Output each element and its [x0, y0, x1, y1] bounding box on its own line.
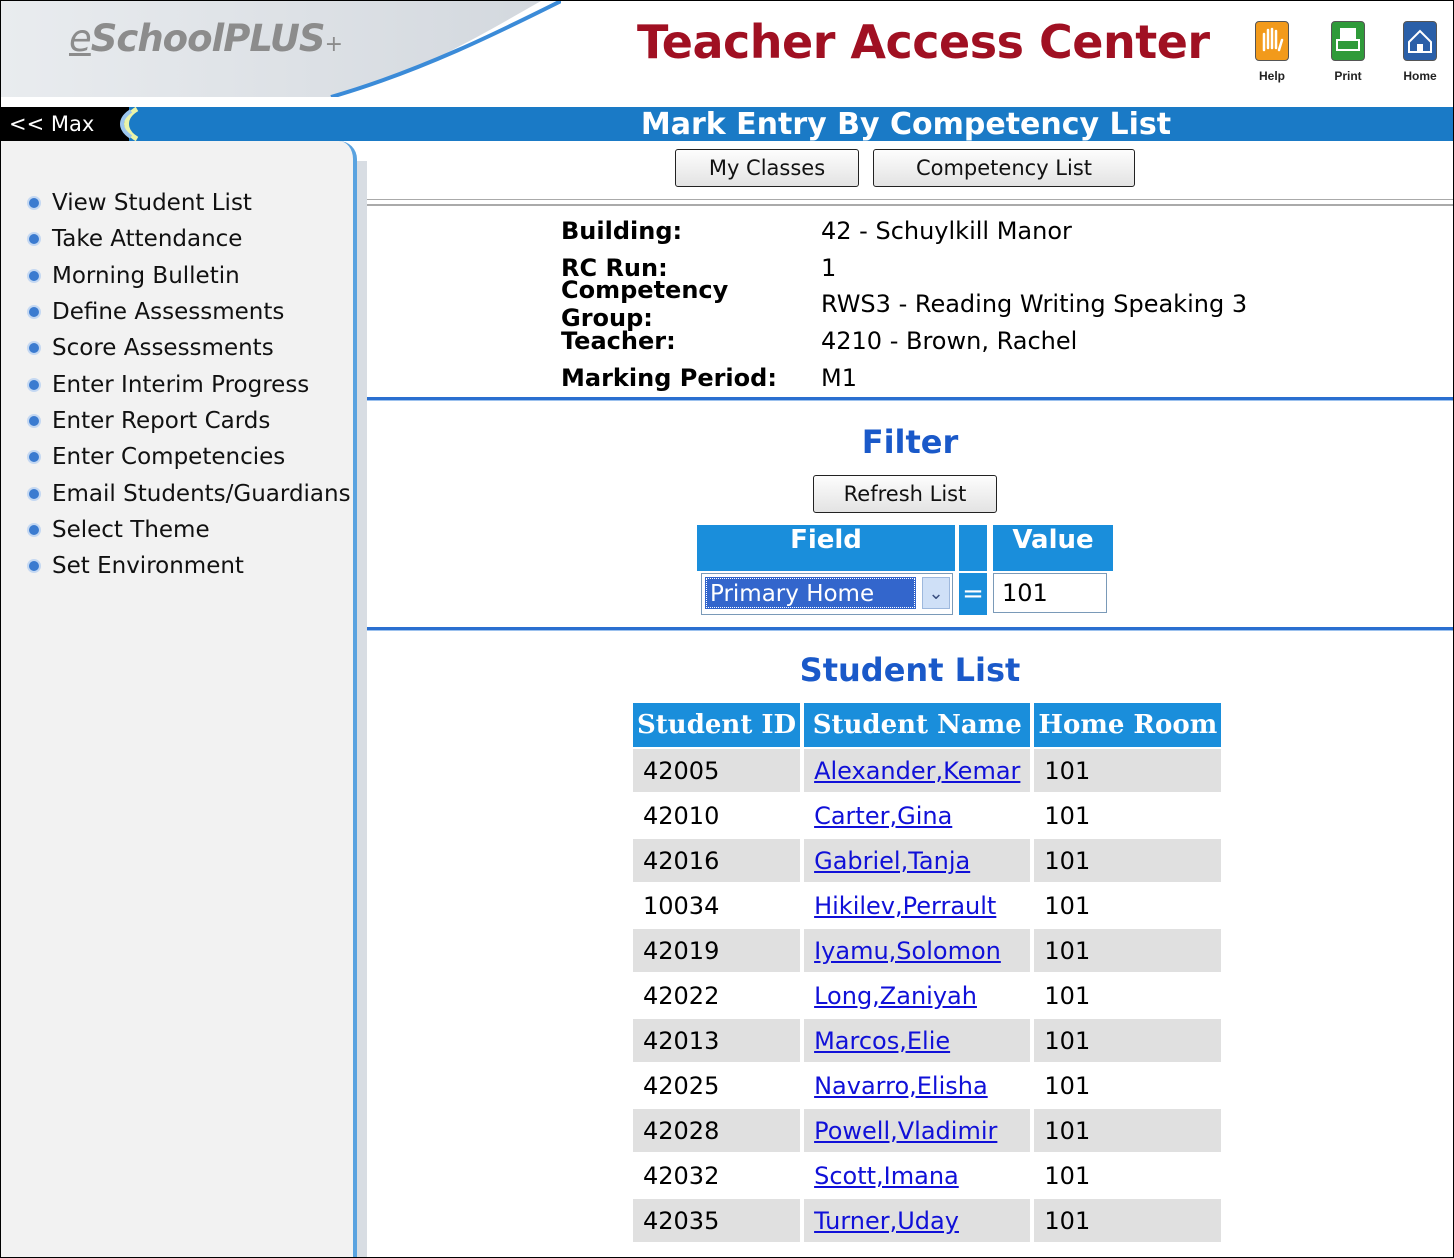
filter-title: Filter	[861, 423, 959, 461]
sidebar-nav: View Student List Take Attendance Mornin…	[27, 185, 351, 584]
table-row: 42022 Long,Zaniyah 101	[643, 981, 1091, 1010]
table-row: 42013 Marcos,Elie 101	[633, 1019, 1222, 1062]
help-button[interactable]: Help	[1250, 21, 1294, 83]
student-name-link[interactable]: Alexander,Kemar	[814, 757, 1020, 785]
max-toggle-curve-icon	[120, 107, 181, 141]
student-name-link[interactable]: Turner,Uday	[814, 1207, 959, 1235]
sidebar-item-email-students-guardians[interactable]: Email Students/Guardians	[27, 475, 351, 511]
sidebar-item-morning-bulletin[interactable]: Morning Bulletin	[27, 258, 351, 294]
column-header-home-room: Home Room	[1034, 703, 1222, 747]
table-row: 42032 Scott,Imana 101	[643, 1161, 1091, 1190]
print-button[interactable]: Print	[1326, 21, 1370, 83]
class-info: Building: 42 - Schuylkill Manor RC Run: 1 …	[561, 213, 1247, 396]
printer-icon	[1331, 21, 1365, 61]
sidebar-item-set-environment[interactable]: Set Environment	[27, 548, 351, 584]
bullet-icon	[27, 232, 41, 247]
divider	[367, 199, 1453, 206]
app-title: Teacher Access Center	[637, 15, 1210, 69]
bullet-icon	[27, 559, 41, 574]
bullet-icon	[27, 522, 41, 537]
student-name-link[interactable]: Gabriel,Tanja	[814, 847, 970, 875]
competency-list-button[interactable]: Competency List	[873, 149, 1135, 187]
eschoolplus-logo: eSchoolPLUS+	[69, 17, 343, 60]
student-table: Student ID Student Name Home Room 42005 A…	[629, 701, 1225, 1244]
home-button[interactable]: Home	[1398, 21, 1442, 83]
sidebar-item-take-attendance[interactable]: Take Attendance	[27, 221, 351, 257]
student-list-title: Student List	[799, 651, 1021, 689]
filter-field-select[interactable]: Primary Home ⌄	[701, 573, 953, 615]
info-row-competency-group: Competency Group: RWS3 - Reading Writing …	[561, 276, 1248, 333]
page-title: Mark Entry By Competency List	[640, 107, 1172, 142]
student-name-link[interactable]: Marcos,Elie	[814, 1027, 950, 1055]
bullet-icon	[27, 196, 41, 211]
student-name-link[interactable]: Iyamu,Solomon	[814, 937, 1001, 965]
sidebar-item-enter-interim-progress[interactable]: Enter Interim Progress	[27, 366, 351, 402]
bullet-icon	[27, 305, 41, 320]
bullet-icon	[27, 268, 41, 283]
filter-operator: =	[959, 573, 987, 615]
filter-operator-header	[959, 525, 987, 571]
student-name-link[interactable]: Navarro,Elisha	[814, 1072, 988, 1100]
my-classes-button[interactable]: My Classes	[675, 149, 859, 187]
info-row-teacher: Teacher: 4210 - Brown, Rachel	[561, 327, 1078, 356]
table-row: 42025 Navarro,Elisha 101	[643, 1071, 1091, 1100]
info-row-marking-period: Marking Period: M1	[561, 363, 857, 392]
student-name-link[interactable]: Powell,Vladimir	[814, 1117, 997, 1145]
bullet-icon	[27, 486, 41, 501]
filter-field-header: Field	[697, 525, 955, 571]
app-window: eSchoolPLUS+ Teacher Access Center Help …	[0, 0, 1454, 1258]
sidebar: View Student List Take Attendance Mornin…	[1, 141, 357, 1257]
bullet-icon	[27, 341, 41, 356]
column-header-student-name: Student Name	[804, 703, 1031, 747]
refresh-list-button[interactable]: Refresh List	[813, 475, 997, 513]
filter-value-header: Value	[993, 525, 1113, 571]
table-row: 42010 Carter,Gina 101	[643, 801, 1091, 830]
help-hand-icon	[1255, 21, 1289, 61]
student-name-link[interactable]: Long,Zaniyah	[814, 982, 977, 1010]
sidebar-item-view-student-list[interactable]: View Student List	[27, 185, 351, 221]
sidebar-item-enter-report-cards[interactable]: Enter Report Cards	[27, 403, 351, 439]
table-row: 42019 Iyamu,Solomon 101	[633, 929, 1222, 972]
sidebar-edge	[357, 161, 367, 1257]
sidebar-item-score-assessments[interactable]: Score Assessments	[27, 330, 351, 366]
student-name-link[interactable]: Carter,Gina	[814, 802, 952, 830]
sidebar-item-enter-competencies[interactable]: Enter Competencies	[27, 439, 351, 475]
divider	[367, 397, 1453, 401]
sidebar-item-select-theme[interactable]: Select Theme	[27, 512, 351, 548]
filter-field-selected-value: Primary Home	[705, 577, 916, 609]
home-house-icon	[1403, 21, 1437, 61]
student-name-link[interactable]: Scott,Imana	[814, 1162, 959, 1190]
column-header-student-id: Student ID	[633, 703, 801, 747]
table-row: 10034 Hikilev,Perrault 101	[643, 891, 1091, 920]
table-row: 42016 Gabriel,Tanja 101	[633, 839, 1222, 882]
student-name-link[interactable]: Hikilev,Perrault	[814, 892, 996, 920]
divider	[367, 627, 1453, 631]
table-row: 42035 Turner,Uday 101	[633, 1199, 1222, 1242]
bullet-icon	[27, 377, 41, 392]
filter-value-input[interactable]	[993, 573, 1107, 613]
bullet-icon	[27, 413, 41, 428]
table-row: 42005 Alexander,Kemar 101	[633, 749, 1222, 792]
bullet-icon	[27, 450, 41, 465]
header: eSchoolPLUS+ Teacher Access Center Help …	[1, 1, 1453, 97]
sidebar-item-define-assessments[interactable]: Define Assessments	[27, 294, 351, 330]
title-bar: << Max Mark Entry By Competency List	[1, 107, 1453, 142]
chevron-down-icon[interactable]: ⌄	[922, 577, 950, 609]
table-row: 42028 Powell,Vladimir 101	[633, 1109, 1222, 1152]
info-row-building: Building: 42 - Schuylkill Manor	[561, 217, 1072, 246]
